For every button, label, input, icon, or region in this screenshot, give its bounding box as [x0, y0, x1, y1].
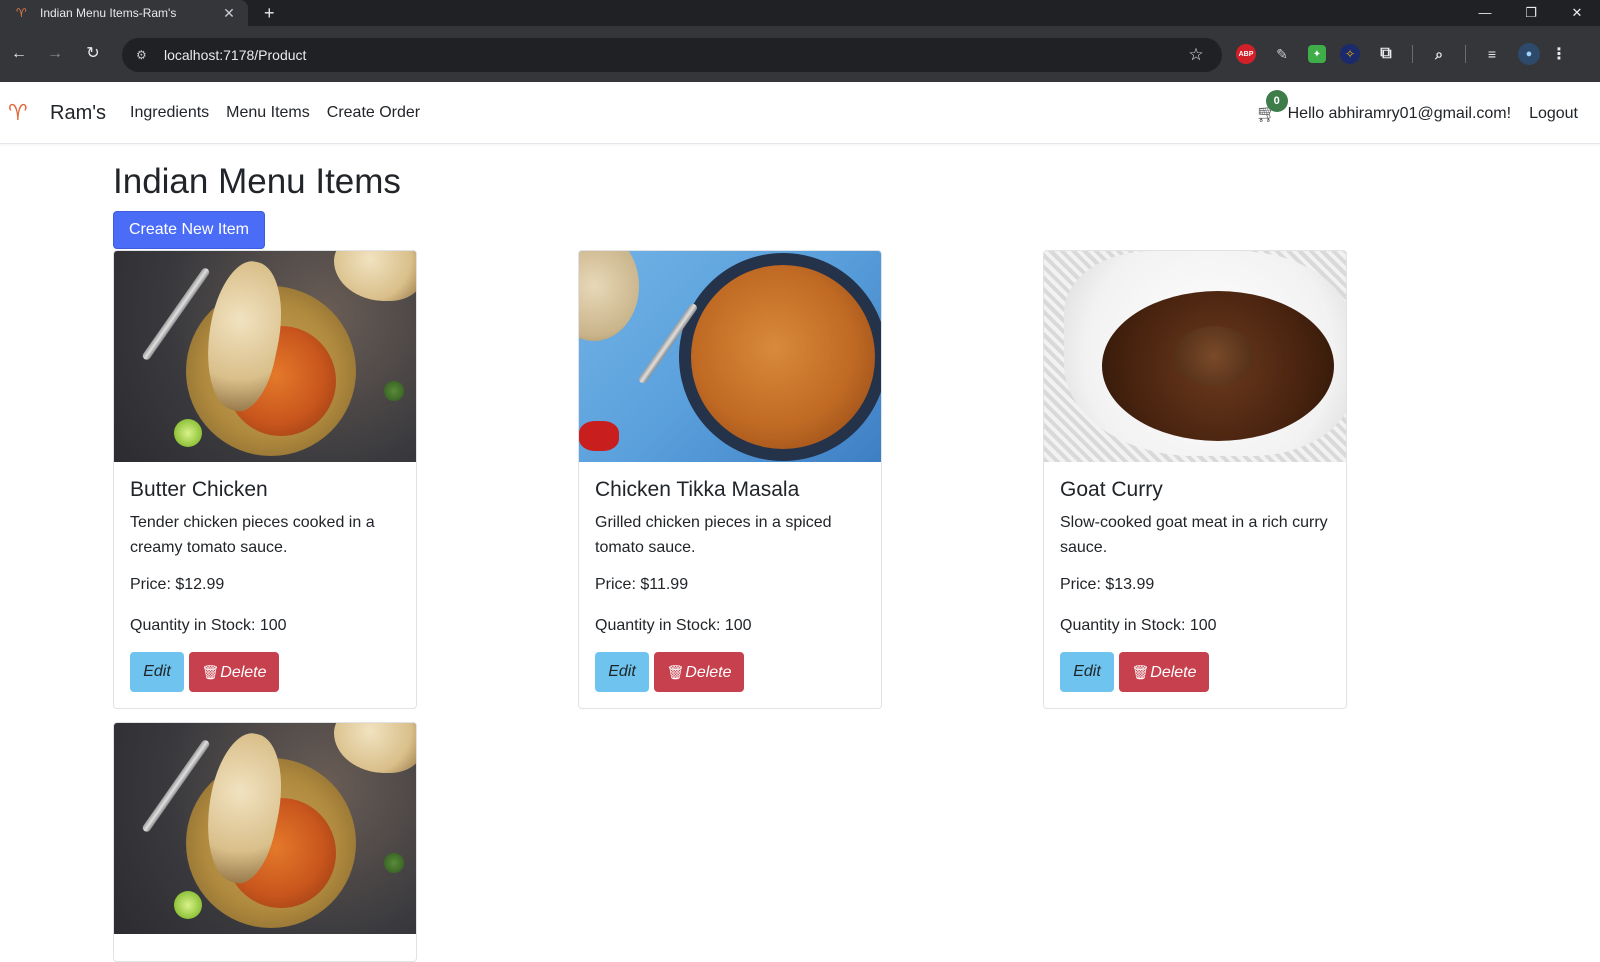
- nav-links: Ingredients Menu Items Create Order: [130, 104, 437, 122]
- ram-logo-icon: ♈: [8, 100, 28, 125]
- window-controls: — ❐ ✕: [1462, 0, 1600, 26]
- delete-button[interactable]: 🗑︎Delete: [189, 652, 279, 692]
- close-window-icon[interactable]: ✕: [1554, 0, 1600, 26]
- butter-chicken-image: [114, 251, 416, 462]
- user-greeting[interactable]: Hello abhiramry01@gmail.com!: [1288, 105, 1511, 123]
- item-price: Price: $13.99: [1060, 576, 1155, 593]
- close-tab-icon[interactable]: ✕: [220, 5, 238, 22]
- delete-button[interactable]: 🗑︎Delete: [654, 652, 744, 692]
- reload-icon[interactable]: ↻: [82, 43, 104, 65]
- card-actions: Edit 🗑︎Delete: [595, 652, 865, 692]
- card-body: Butter Chicken Tender chicken pieces coo…: [114, 462, 416, 708]
- goat-curry-image: [1044, 251, 1346, 462]
- trash-icon: 🗑︎: [1131, 664, 1150, 680]
- url-text[interactable]: localhost:7178/Product: [164, 47, 1186, 63]
- menu-item-card: [113, 722, 417, 962]
- back-icon[interactable]: ←: [8, 43, 30, 65]
- item-name: Butter Chicken: [130, 478, 268, 501]
- menu-item-card: Chicken Tikka Masala Grilled chicken pie…: [578, 250, 882, 709]
- chicken-tikka-masala-image: [579, 251, 881, 462]
- edit-button[interactable]: Edit: [595, 652, 649, 692]
- extensions-row: ABP ✎ ✦ ✧ ⧉ ⌕ ≡ ● ⋮: [1236, 40, 1567, 68]
- delete-label: Delete: [685, 664, 732, 681]
- cart-link[interactable]: 🛒︎ 0: [1256, 90, 1288, 124]
- delete-label: Delete: [1150, 664, 1197, 681]
- item-description: Tender chicken pieces cooked in a creamy…: [130, 514, 375, 556]
- adblock-extension-icon[interactable]: ABP: [1236, 44, 1256, 64]
- item-quantity: Quantity in Stock: 100: [595, 617, 752, 634]
- page-title: Indian Menu Items: [113, 162, 401, 201]
- compass-extension-icon[interactable]: ✧: [1340, 44, 1360, 64]
- browser-menu-icon[interactable]: ⋮: [1551, 42, 1567, 66]
- toolbar-separator: [1465, 45, 1466, 63]
- item-name: Goat Curry: [1060, 478, 1163, 501]
- site-info-icon[interactable]: ⚙: [136, 48, 152, 62]
- logout-link[interactable]: Logout: [1529, 105, 1578, 123]
- card-actions: Edit 🗑︎Delete: [1060, 652, 1330, 692]
- item-price: Price: $12.99: [130, 576, 225, 593]
- delete-label: Delete: [220, 664, 267, 681]
- restore-icon[interactable]: ❐: [1508, 0, 1554, 26]
- item-description: Slow-cooked goat meat in a rich curry sa…: [1060, 514, 1328, 556]
- ram-favicon-icon: ♈: [16, 6, 27, 20]
- nav-link-ingredients[interactable]: Ingredients: [130, 104, 209, 122]
- cart-count-badge: 0: [1265, 90, 1288, 112]
- new-tab-icon[interactable]: +: [264, 0, 275, 26]
- screen-search-icon[interactable]: ⌕: [1427, 42, 1451, 66]
- brand-link[interactable]: ♈ Ram's: [8, 100, 106, 126]
- minimize-icon[interactable]: —: [1462, 0, 1508, 26]
- browser-toolbar: ← → ↻ ⚙ localhost:7178/Product ☆ ABP ✎ ✦…: [0, 26, 1600, 82]
- item-name: Chicken Tikka Masala: [595, 478, 800, 501]
- edit-button[interactable]: Edit: [130, 652, 184, 692]
- trash-icon: 🗑︎: [666, 664, 685, 680]
- card-body: Goat Curry Slow-cooked goat meat in a ri…: [1044, 462, 1346, 708]
- site-navbar: ♈ Ram's Ingredients Menu Items Create Or…: [0, 82, 1600, 144]
- media-controls-icon[interactable]: ≡: [1480, 42, 1504, 66]
- menu-item-card: Butter Chicken Tender chicken pieces coo…: [113, 250, 417, 709]
- butter-chicken-image: [114, 723, 416, 934]
- green-extension-icon[interactable]: ✦: [1308, 45, 1326, 63]
- browser-tab[interactable]: ♈ Indian Menu Items-Ram's ✕: [0, 0, 248, 26]
- address-bar[interactable]: ⚙ localhost:7178/Product ☆: [122, 38, 1222, 72]
- nav-right: 🛒︎ 0 Hello abhiramry01@gmail.com! Logout: [1256, 90, 1578, 124]
- extensions-puzzle-icon[interactable]: ⧉: [1374, 42, 1398, 66]
- forward-icon[interactable]: →: [44, 43, 66, 65]
- profile-avatar-icon[interactable]: ●: [1518, 43, 1540, 65]
- item-description: Grilled chicken pieces in a spiced tomat…: [595, 514, 832, 556]
- delete-button[interactable]: 🗑︎Delete: [1119, 652, 1209, 692]
- menu-item-card: Goat Curry Slow-cooked goat meat in a ri…: [1043, 250, 1347, 709]
- brand-name: Ram's: [50, 101, 107, 124]
- card-body: Chicken Tikka Masala Grilled chicken pie…: [579, 462, 881, 708]
- nav-link-menu-items[interactable]: Menu Items: [226, 104, 310, 122]
- card-actions: Edit 🗑︎Delete: [130, 652, 400, 692]
- browser-tab-bar: ♈ Indian Menu Items-Ram's ✕ + — ❐ ✕: [0, 0, 1600, 26]
- item-quantity: Quantity in Stock: 100: [1060, 617, 1217, 634]
- create-new-item-button[interactable]: Create New Item: [113, 211, 265, 249]
- toolbar-separator: [1412, 45, 1413, 63]
- feather-extension-icon[interactable]: ✎: [1270, 42, 1294, 66]
- item-quantity: Quantity in Stock: 100: [130, 617, 287, 634]
- nav-link-create-order[interactable]: Create Order: [327, 104, 420, 122]
- tab-title: Indian Menu Items-Ram's: [40, 6, 177, 20]
- trash-icon: 🗑︎: [201, 664, 220, 680]
- edit-button[interactable]: Edit: [1060, 652, 1114, 692]
- item-price: Price: $11.99: [595, 576, 689, 593]
- bookmark-star-icon[interactable]: ☆: [1186, 45, 1206, 65]
